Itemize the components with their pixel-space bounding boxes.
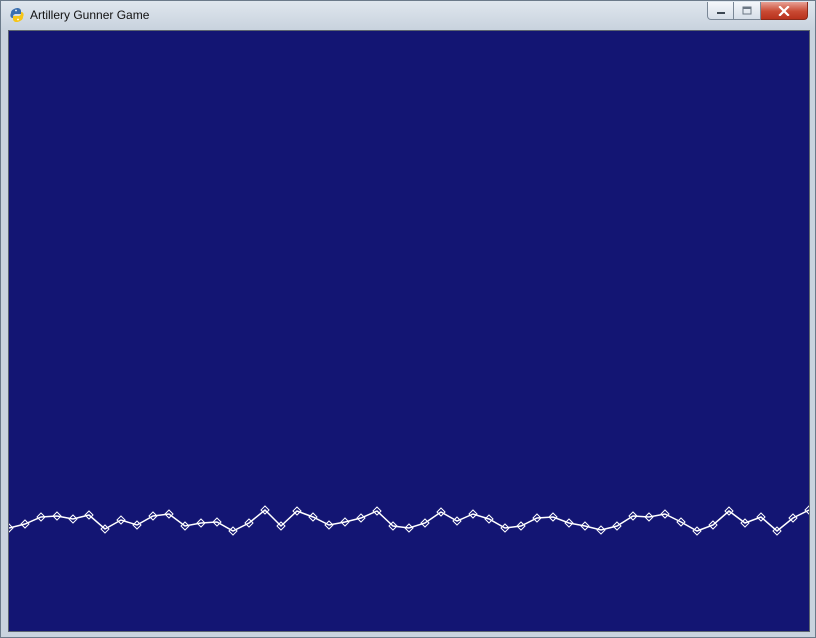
title-bar[interactable]: Artillery Gunner Game xyxy=(1,1,815,29)
maximize-icon xyxy=(742,6,752,15)
app-window: Artillery Gunner Game xyxy=(0,0,816,638)
terrain-line xyxy=(9,508,809,532)
game-scene xyxy=(9,31,809,631)
close-button[interactable] xyxy=(761,2,808,20)
window-title: Artillery Gunner Game xyxy=(30,8,150,22)
close-icon xyxy=(778,5,790,16)
minimize-button[interactable] xyxy=(707,2,734,20)
minimize-icon xyxy=(716,11,725,14)
maximize-button[interactable] xyxy=(734,2,761,20)
game-canvas[interactable] xyxy=(8,30,810,632)
terrain-nodes xyxy=(9,505,809,536)
python-snake-icon xyxy=(10,7,24,23)
